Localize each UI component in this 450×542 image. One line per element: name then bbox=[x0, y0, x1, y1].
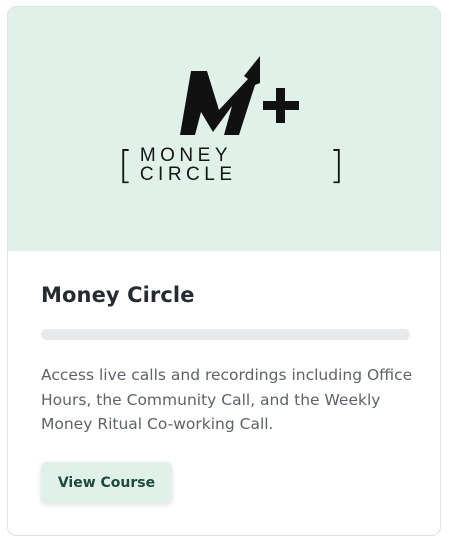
logo-wordmark: [ MONEY CIRCLE ] bbox=[118, 145, 344, 185]
course-progress-bar bbox=[41, 329, 410, 340]
logo-wordmark-text: MONEY CIRCLE bbox=[139, 145, 237, 185]
left-bracket: [ bbox=[118, 143, 133, 187]
course-card[interactable]: [ MONEY CIRCLE ] Money Circle Access liv… bbox=[7, 6, 441, 536]
course-banner[interactable]: [ MONEY CIRCLE ] bbox=[8, 7, 440, 251]
course-title[interactable]: Money Circle bbox=[41, 283, 195, 307]
money-circle-logo-icon bbox=[180, 56, 299, 135]
course-description: Access live calls and recordings includi… bbox=[41, 366, 413, 433]
view-course-button[interactable]: View Course bbox=[41, 462, 172, 503]
right-bracket: ] bbox=[329, 143, 344, 187]
